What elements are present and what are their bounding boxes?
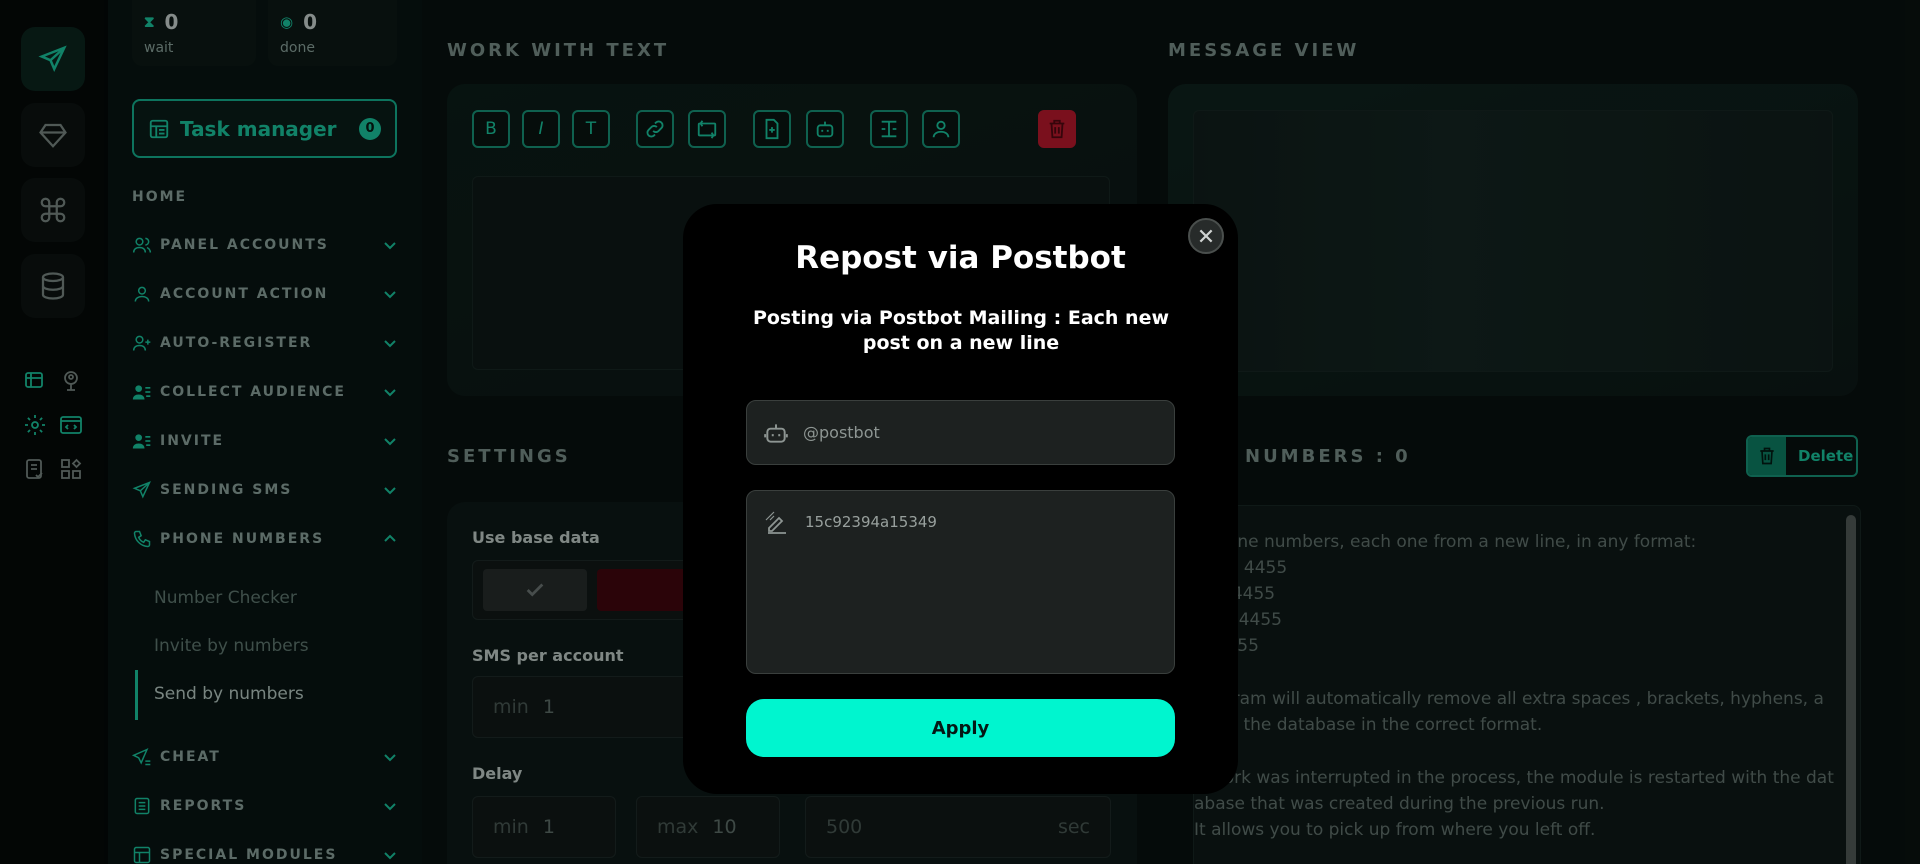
- postbot-textarea-value: 15c92394a15349: [805, 513, 937, 531]
- postbot-username-input[interactable]: @postbot: [746, 400, 1175, 465]
- postbot-posts-textarea[interactable]: 15c92394a15349: [746, 490, 1175, 674]
- app-window: ⧗ 0 wait ◉ 0 done Task manager 0 HOME PANE…: [0, 0, 1920, 864]
- apply-button[interactable]: Apply: [746, 699, 1175, 757]
- postbot-placeholder: @postbot: [803, 423, 880, 442]
- modal-title: Repost via Postbot: [795, 240, 1126, 276]
- resize-grip-icon[interactable]: [765, 511, 775, 521]
- modal-description: Posting via Postbot Mailing : Each new p…: [752, 307, 1170, 354]
- robot-icon: [764, 423, 788, 443]
